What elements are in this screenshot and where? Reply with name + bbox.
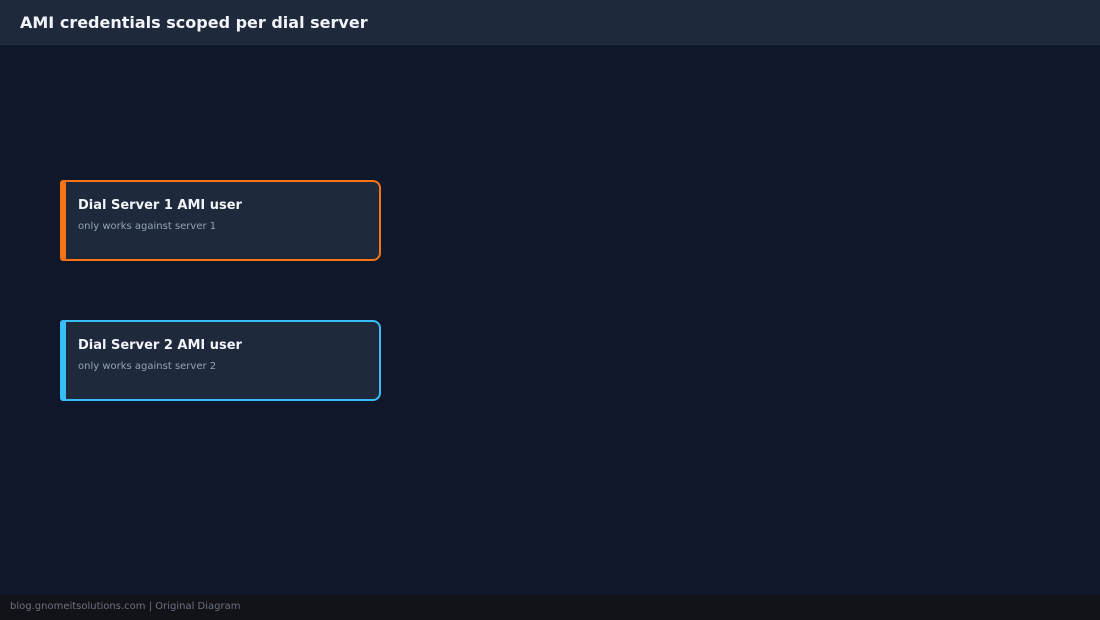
card-subtitle: only works against server 1 [78,221,217,232]
dial-server-1-card: Dial Server 1 AMI user only works agains… [60,180,381,261]
footer-bar: blog.gnomeitsolutions.com | Original Dia… [0,594,1100,620]
card-title: Dial Server 1 AMI user [78,198,242,213]
dial-server-2-card: Dial Server 2 AMI user only works agains… [60,320,381,401]
header-bar: AMI credentials scoped per dial server [0,0,1100,45]
card-subtitle: only works against server 2 [78,361,217,372]
diagram-page: AMI credentials scoped per dial server D… [0,0,1100,620]
card-title: Dial Server 2 AMI user [78,338,242,353]
page-title: AMI credentials scoped per dial server [20,13,368,32]
footer-credit: blog.gnomeitsolutions.com | Original Dia… [10,601,241,612]
